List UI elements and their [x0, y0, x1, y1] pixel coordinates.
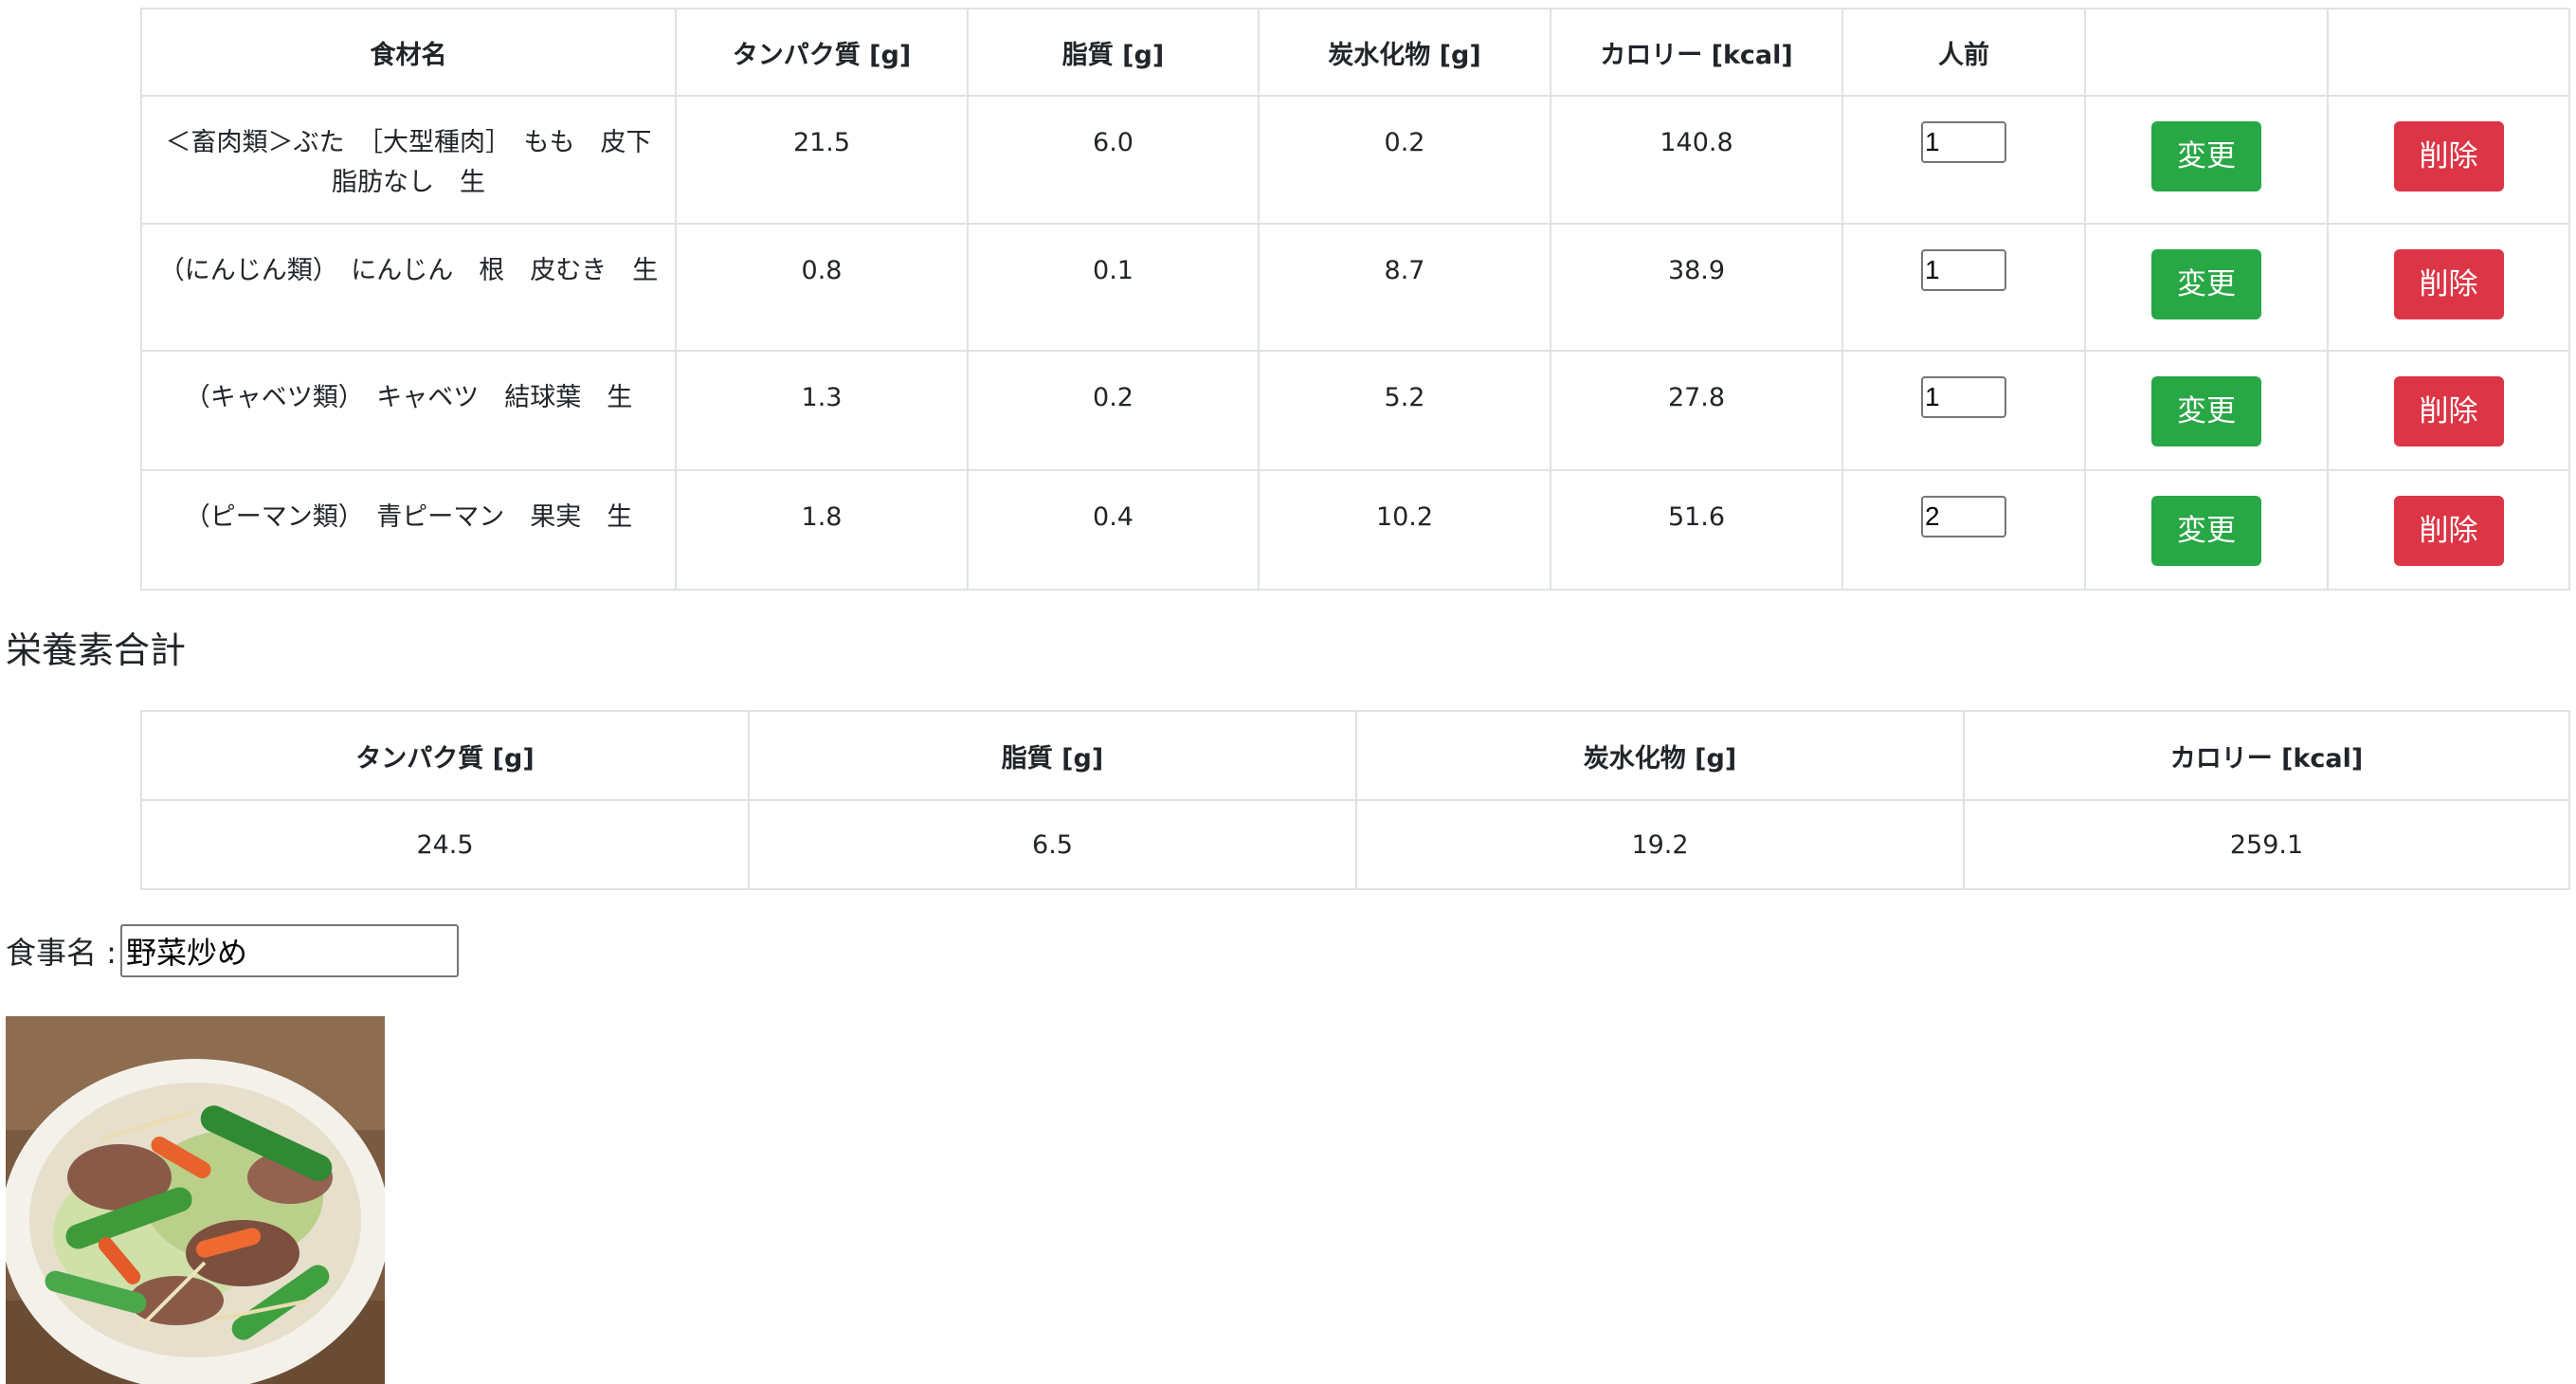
calories-value: 51.6: [1550, 469, 1843, 591]
servings-cell: [1841, 469, 2086, 591]
ingredient-row: （キャベツ類） キャベツ 結球葉 生 1.3 0.2 5.2 27.8 変更 削…: [140, 350, 2570, 471]
fat-value: 0.2: [967, 350, 1260, 471]
totals-header-carbs: 炭水化物 [g]: [1355, 710, 1965, 801]
meal-name-label: 食事名 :: [6, 935, 117, 971]
header-calories: カロリー [kcal]: [1550, 8, 1843, 97]
carbs-value: 5.2: [1258, 350, 1551, 471]
totals-table: タンパク質 [g] 脂質 [g] 炭水化物 [g] カロリー [kcal] 24…: [140, 710, 2570, 890]
carbs-value: 8.7: [1258, 223, 1551, 352]
calories-value: 140.8: [1550, 95, 1843, 225]
header-change: [2084, 8, 2329, 97]
servings-cell: [1841, 350, 2086, 471]
calories-value: 27.8: [1550, 350, 1843, 471]
change-cell: 変更: [2084, 350, 2329, 471]
ingredient-row: （にんじん類） にんじん 根 皮むき 生 0.8 0.1 8.7 38.9 変更…: [140, 223, 2570, 352]
servings-input[interactable]: [1921, 496, 2006, 537]
delete-cell: 削除: [2327, 95, 2570, 225]
ingredient-name: （ピーマン類） 青ピーマン 果実 生: [140, 469, 677, 591]
change-button[interactable]: 変更: [2151, 376, 2261, 446]
totals-header-protein: タンパク質 [g]: [140, 710, 750, 801]
totals-header-calories: カロリー [kcal]: [1963, 710, 2570, 801]
servings-cell: [1841, 95, 2086, 225]
carbs-value: 0.2: [1258, 95, 1551, 225]
header-carbs: 炭水化物 [g]: [1258, 8, 1551, 97]
protein-value: 0.8: [675, 223, 969, 352]
change-button[interactable]: 変更: [2151, 496, 2261, 566]
change-cell: 変更: [2084, 469, 2329, 591]
header-fat: 脂質 [g]: [967, 8, 1260, 97]
delete-cell: 削除: [2327, 469, 2570, 591]
fat-value: 0.4: [967, 469, 1260, 591]
totals-header-fat: 脂質 [g]: [748, 710, 1357, 801]
servings-input[interactable]: [1921, 249, 2006, 291]
ingredients-table: 食材名 タンパク質 [g] 脂質 [g] 炭水化物 [g] カロリー [kcal…: [140, 8, 2570, 591]
totals-title: 栄養素合計: [6, 629, 187, 671]
meal-name-input[interactable]: [119, 924, 459, 977]
total-protein: 24.5: [140, 799, 750, 890]
carbs-value: 10.2: [1258, 469, 1551, 591]
totals-row: 24.5 6.5 19.2 259.1: [140, 799, 2570, 890]
delete-button[interactable]: 削除: [2393, 121, 2504, 191]
meal-name-row: 食事名 :: [6, 923, 459, 978]
ingredient-name: （にんじん類） にんじん 根 皮むき 生: [140, 223, 677, 352]
change-cell: 変更: [2084, 95, 2329, 225]
header-protein: タンパク質 [g]: [675, 8, 969, 97]
fat-value: 6.0: [967, 95, 1260, 225]
protein-value: 21.5: [675, 95, 969, 225]
stir-fry-plate-image: [6, 1016, 385, 1384]
dish-photo: [6, 1016, 385, 1384]
ingredient-row: ＜畜肉類＞ぶた ［大型種肉］ もも 皮下脂肪なし 生 21.5 6.0 0.2 …: [140, 95, 2570, 225]
protein-value: 1.3: [675, 350, 969, 471]
change-button[interactable]: 変更: [2151, 249, 2261, 319]
delete-cell: 削除: [2327, 350, 2570, 471]
ingredient-row: （ピーマン類） 青ピーマン 果実 生 1.8 0.4 10.2 51.6 変更 …: [140, 469, 2570, 591]
delete-button[interactable]: 削除: [2393, 376, 2504, 446]
change-button[interactable]: 変更: [2151, 121, 2261, 191]
change-cell: 変更: [2084, 223, 2329, 352]
delete-cell: 削除: [2327, 223, 2570, 352]
total-carbs: 19.2: [1355, 799, 1965, 890]
servings-cell: [1841, 223, 2086, 352]
ingredient-name: （キャベツ類） キャベツ 結球葉 生: [140, 350, 677, 471]
delete-button[interactable]: 削除: [2393, 496, 2504, 566]
ingredients-header-row: 食材名 タンパク質 [g] 脂質 [g] 炭水化物 [g] カロリー [kcal…: [140, 8, 2570, 97]
totals-header-row: タンパク質 [g] 脂質 [g] 炭水化物 [g] カロリー [kcal]: [140, 710, 2570, 801]
header-delete: [2327, 8, 2570, 97]
protein-value: 1.8: [675, 469, 969, 591]
total-fat: 6.5: [748, 799, 1357, 890]
header-servings: 人前: [1841, 8, 2086, 97]
fat-value: 0.1: [967, 223, 1260, 352]
header-ingredient-name: 食材名: [140, 8, 677, 97]
total-calories: 259.1: [1963, 799, 2570, 890]
ingredient-name: ＜畜肉類＞ぶた ［大型種肉］ もも 皮下脂肪なし 生: [140, 95, 677, 225]
servings-input[interactable]: [1921, 376, 2006, 418]
servings-input[interactable]: [1921, 121, 2006, 163]
calories-value: 38.9: [1550, 223, 1843, 352]
delete-button[interactable]: 削除: [2393, 249, 2504, 319]
